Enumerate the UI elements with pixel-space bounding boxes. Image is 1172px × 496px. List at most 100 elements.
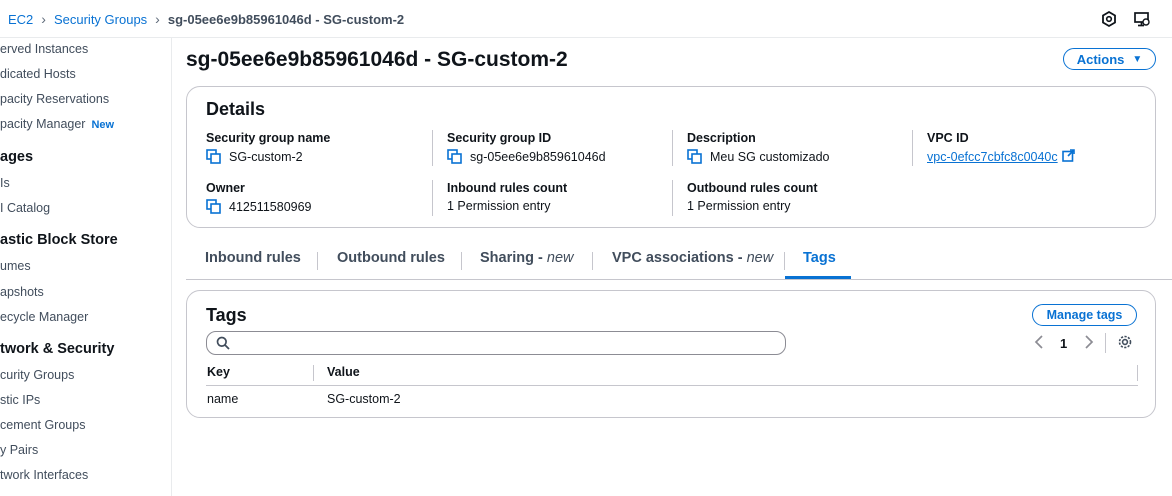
field-description: Description Meu SG customizado [687, 131, 830, 164]
sidebar-item-ami-catalog[interactable]: I Catalog [0, 201, 50, 215]
tags-search-box[interactable] [206, 331, 786, 355]
sidebar-section-ebs[interactable]: astic Block Store [0, 232, 118, 248]
breadcrumb-current: sg-05ee6e9b85961046d - SG-custom-2 [167, 11, 405, 27]
field-vpc-id: VPC ID vpc-0efcc7cbfc8c0040c [927, 131, 1075, 165]
tab-label: VPC associations - [612, 250, 747, 266]
tags-title: Tags [206, 305, 247, 325]
actions-label: Actions [1076, 51, 1125, 67]
main-content: sg-05ee6e9b85961046d - SG-custom-2 Actio… [172, 38, 1172, 496]
field-value: sg-05ee6e9b85961046d [470, 149, 606, 164]
tab-sharing[interactable]: Sharing - new [480, 250, 573, 266]
next-page-icon[interactable] [1084, 335, 1094, 352]
column-header-value[interactable]: Value [327, 365, 360, 379]
field-value: 412511580969 [229, 199, 312, 214]
field-value: 1 Permission entry [687, 199, 791, 213]
field-label: Inbound rules count [447, 181, 568, 195]
tab-tags[interactable]: Tags [803, 250, 836, 266]
field-label: Outbound rules count [687, 181, 818, 195]
field-sg-name: Security group name SG-custom-2 [206, 131, 330, 164]
chevron-right-icon: › [155, 11, 160, 27]
field-label: Description [687, 131, 756, 145]
sidebar: erved Instances dicated Hosts pacity Res… [0, 38, 172, 496]
field-value: 1 Permission entry [447, 199, 551, 213]
tag-key-cell: name [207, 392, 239, 406]
tags-card: Tags Manage tags 1 Key Value name SG-cus… [186, 290, 1156, 418]
actions-button[interactable]: Actions ▼ [1063, 48, 1156, 70]
gear-icon[interactable] [1117, 334, 1133, 353]
divider [672, 180, 673, 216]
sidebar-section-network-security[interactable]: twork & Security [0, 341, 114, 357]
copy-icon[interactable] [687, 149, 702, 164]
tab-inbound-rules[interactable]: Inbound rules [205, 250, 301, 266]
sidebar-item-network-interfaces[interactable]: twork Interfaces [0, 468, 88, 482]
sidebar-section-images[interactable]: ages [0, 149, 33, 165]
tab-suffix: new [546, 250, 574, 266]
sidebar-item-capacity-manager[interactable]: pacity Manager New [0, 117, 114, 131]
tab-suffix: new [746, 250, 774, 266]
sidebar-item-capacity-reservations[interactable]: pacity Reservations [0, 92, 109, 106]
column-divider [1137, 365, 1138, 381]
divider [432, 180, 433, 216]
field-label: Security group ID [447, 131, 552, 145]
tab-label: Outbound rules [337, 250, 445, 266]
sidebar-item-snapshots[interactable]: apshots [0, 285, 44, 299]
sidebar-item-amis[interactable]: Is [0, 176, 10, 190]
tab-vpc-associations[interactable]: VPC associations - new [612, 250, 773, 266]
tab-divider [592, 252, 593, 270]
tab-divider [784, 252, 785, 270]
divider [432, 130, 433, 166]
tab-label: Inbound rules [205, 250, 301, 266]
tag-value-cell: SG-custom-2 [327, 392, 401, 406]
copy-icon[interactable] [206, 149, 221, 164]
field-outbound-count: Outbound rules count 1 Permission entry [687, 181, 818, 213]
tags-search-input[interactable] [237, 335, 777, 351]
divider [672, 130, 673, 166]
sidebar-item-elastic-ips[interactable]: stic IPs [0, 393, 40, 407]
divider [912, 130, 913, 166]
sidebar-item-reserved-instances[interactable]: erved Instances [0, 42, 88, 56]
tab-outbound-rules[interactable]: Outbound rules [337, 250, 445, 266]
field-label: Owner [206, 181, 245, 195]
breadcrumb: EC2 › Security Groups › sg-05ee6e9b85961… [8, 11, 404, 27]
field-label: Security group name [206, 131, 331, 145]
column-divider [313, 365, 314, 381]
tab-divider [461, 252, 462, 270]
page-title: sg-05ee6e9b85961046d - SG-custom-2 [186, 48, 568, 71]
divider [1105, 333, 1106, 353]
caret-down-icon: ▼ [1132, 53, 1143, 65]
copy-icon[interactable] [206, 199, 221, 214]
tab-label: Sharing - [480, 250, 547, 266]
tab-divider [317, 252, 318, 270]
table-header-divider [206, 385, 1138, 386]
field-value: Meu SG customizado [710, 149, 830, 164]
previous-page-icon[interactable] [1034, 335, 1044, 352]
field-sg-id: Security group ID sg-05ee6e9b85961046d [447, 131, 606, 164]
details-title: Details [206, 99, 266, 119]
display-settings-icon[interactable] [1133, 10, 1151, 28]
details-card: Details Security group name SG-custom-2 … [186, 86, 1156, 228]
tab-label: Tags [803, 250, 836, 266]
vpc-id-link[interactable]: vpc-0efcc7cbfc8c0040c [927, 150, 1058, 164]
field-inbound-count: Inbound rules count 1 Permission entry [447, 181, 567, 213]
field-label: VPC ID [927, 131, 969, 145]
field-value: SG-custom-2 [229, 149, 303, 164]
active-tab-indicator [785, 276, 851, 279]
breadcrumb-security-groups[interactable]: Security Groups [54, 12, 147, 27]
new-badge: New [91, 119, 115, 131]
sidebar-item-lifecycle-manager[interactable]: ecycle Manager [0, 310, 88, 324]
sidebar-item-security-groups[interactable]: curity Groups [0, 368, 74, 382]
column-header-key[interactable]: Key [207, 365, 230, 379]
tabs: Inbound rules Outbound rules Sharing - n… [186, 244, 1172, 280]
sidebar-item-key-pairs[interactable]: y Pairs [0, 443, 38, 457]
copy-icon[interactable] [447, 149, 462, 164]
sidebar-item-placement-groups[interactable]: cement Groups [0, 418, 85, 432]
sidebar-item-dedicated-hosts[interactable]: dicated Hosts [0, 67, 76, 81]
notifications-icon[interactable] [1100, 10, 1118, 28]
breadcrumb-ec2[interactable]: EC2 [8, 12, 33, 27]
manage-tags-button[interactable]: Manage tags [1032, 304, 1137, 326]
search-icon [216, 336, 230, 355]
page-number[interactable]: 1 [1060, 336, 1067, 351]
external-link-icon[interactable] [1061, 149, 1075, 165]
sidebar-item-volumes[interactable]: umes [0, 259, 31, 273]
field-owner: Owner 412511580969 [206, 181, 312, 214]
